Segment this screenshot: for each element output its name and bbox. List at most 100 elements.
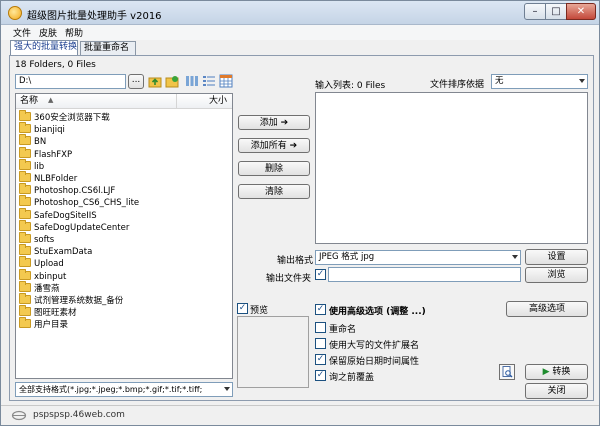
advanced-option-checkbox[interactable]: ✓ — [315, 304, 326, 315]
folder-icon — [19, 317, 31, 329]
sort-up-icon: ▲ — [48, 96, 54, 104]
close-button[interactable]: 关闭 — [525, 383, 588, 399]
folder-list-item[interactable]: 360安全浏览器下载 — [19, 110, 110, 124]
folder-list-item[interactable]: FlashFXP — [19, 146, 73, 161]
folder-name: FlashFXP — [34, 149, 73, 160]
rename-checkbox[interactable] — [315, 322, 326, 333]
input-file-list[interactable] — [315, 92, 588, 244]
new-folder-icon[interactable] — [165, 74, 179, 88]
app-window: 超级图片批量处理助手 v2016 – □ ✕ 文件 皮肤 帮助 强大的批量转换 … — [0, 0, 600, 426]
path-browse-button[interactable]: ... — [128, 74, 144, 89]
folder-name: Upload — [34, 259, 64, 270]
clear-button[interactable]: 清除 — [238, 184, 310, 199]
folder-list-item[interactable]: 试剂管理系统数据_备份 — [19, 293, 124, 307]
folder-icon — [19, 158, 31, 170]
folder-list-item[interactable]: 用户目录 — [19, 317, 69, 331]
folder-list-item[interactable]: SafeDogUpdateCenter — [19, 219, 130, 234]
menu-skin[interactable]: 皮肤 — [39, 26, 57, 39]
folder-summary: 18 Folders, 0 Files — [15, 60, 96, 70]
folder-name: StuExamData — [34, 247, 93, 258]
status-url[interactable]: pspspsp.46web.com — [33, 410, 125, 420]
maximize-button[interactable]: □ — [545, 3, 567, 20]
folder-list-item[interactable]: StuExamData — [19, 244, 93, 258]
folder-name: 用户目录 — [34, 320, 69, 331]
column-header-name[interactable]: 名称 — [20, 94, 38, 109]
folder-name: Photoshop.CS6l.LJF — [34, 186, 116, 197]
close-icon: ✕ — [576, 6, 586, 17]
folder-list-item[interactable]: SafeDogSiteIIS — [19, 207, 97, 222]
dropdown-arrow-icon — [579, 79, 585, 83]
folder-icon — [19, 219, 31, 231]
preview-output-icon[interactable] — [499, 364, 515, 380]
dropdown-arrow-icon — [224, 387, 230, 391]
advanced-options-button[interactable]: 高级选项 — [506, 301, 588, 317]
delete-button[interactable]: 删除 — [238, 161, 310, 176]
folder-name: SafeDogSiteIIS — [34, 210, 97, 221]
output-folder-label: 输出文件夹 — [266, 274, 312, 284]
overwrite-checkbox[interactable]: ✓ — [315, 370, 326, 381]
tab-batch-convert[interactable]: 强大的批量转换 — [10, 40, 78, 56]
menu-file[interactable]: 文件 — [13, 26, 31, 39]
folder-icon — [19, 280, 31, 292]
folder-icon — [19, 110, 31, 121]
preview-label: 预览 — [250, 306, 269, 316]
folder-icon — [19, 134, 31, 146]
input-list-label: 输入列表: 0 Files — [315, 81, 386, 91]
add-all-button[interactable]: 添加所有 ➔ — [238, 138, 310, 153]
advanced-option-label: 使用高级选项 (调整 ...) — [329, 307, 426, 317]
menu-bar: 文件 皮肤 帮助 — [1, 25, 599, 40]
column-header-size[interactable]: 大小 — [209, 94, 227, 109]
add-button[interactable]: 添加 ➔ — [238, 115, 310, 130]
add-button-label: 添加 — [259, 118, 278, 128]
file-filter-value: 全部支持格式(*.jpg;*.jpeg;*.bmp;*.gif;*.tif;*.… — [19, 385, 203, 394]
settings-button[interactable]: 设置 — [525, 249, 588, 265]
view-thumbnails-icon[interactable] — [185, 74, 199, 88]
folder-list-item[interactable]: Photoshop_CS6_CHS_lite — [19, 195, 140, 209]
menu-help[interactable]: 帮助 — [65, 26, 83, 39]
folder-name: SafeDogUpdateCenter — [34, 222, 130, 233]
app-logo-icon — [8, 6, 22, 20]
uppercase-ext-label: 使用大写的文件扩展名 — [329, 341, 420, 351]
path-input[interactable]: D:\ — [15, 74, 126, 89]
overwrite-label: 询之前覆盖 — [329, 373, 375, 383]
folder-icon — [19, 183, 31, 195]
folder-list-item[interactable]: NLBFolder — [19, 171, 78, 185]
rename-label: 重命名 — [329, 325, 357, 335]
folder-icon — [19, 244, 31, 256]
window-title: 超级图片批量处理助手 v2016 — [27, 11, 162, 22]
uppercase-ext-checkbox[interactable] — [315, 338, 326, 349]
browse-output-button[interactable]: 浏览 — [525, 267, 588, 283]
preview-checkbox[interactable]: ✓ — [237, 303, 248, 314]
folder-name: bianjiqi — [34, 125, 65, 136]
folder-list-item[interactable]: xbinput — [19, 268, 66, 283]
keep-date-checkbox[interactable]: ✓ — [315, 354, 326, 365]
sort-by-select[interactable]: 无 — [491, 74, 588, 89]
folder-icon — [19, 195, 31, 207]
folder-name: NLBFolder — [34, 174, 78, 184]
minimize-button[interactable]: – — [524, 3, 546, 20]
output-folder-input[interactable] — [328, 267, 521, 282]
preview-box — [237, 316, 309, 388]
view-details-icon[interactable] — [219, 74, 233, 88]
folder-list-item[interactable]: Photoshop.CS6l.LJF — [19, 183, 116, 197]
folder-icon — [19, 232, 31, 243]
folder-name: softs — [34, 235, 55, 245]
folder-icon — [19, 293, 31, 304]
output-format-select[interactable]: JPEG 格式 jpg — [315, 250, 521, 265]
folder-name: Photoshop_CS6_CHS_lite — [34, 198, 140, 209]
output-format-label: 输出格式 — [277, 256, 314, 266]
folder-up-icon[interactable] — [148, 74, 162, 88]
title-bar: 超级图片批量处理助手 v2016 – □ ✕ — [1, 1, 599, 25]
link-icon — [11, 410, 27, 421]
convert-button[interactable]: ▶ 转换 — [525, 364, 588, 380]
sort-by-value: 无 — [495, 76, 504, 86]
arrow-right-icon: ➔ — [280, 118, 289, 128]
tab-batch-rename[interactable]: 批量重命名 — [80, 41, 136, 56]
view-list-icon[interactable] — [202, 74, 216, 88]
file-filter-select[interactable]: 全部支持格式(*.jpg;*.jpeg;*.bmp;*.gif;*.tif;*.… — [15, 382, 233, 397]
folder-name: 潘雪燕 — [34, 283, 60, 294]
folder-list-item[interactable]: 图旺旺素材 — [19, 305, 77, 319]
close-window-button[interactable]: ✕ — [566, 3, 596, 20]
folder-name: 试剂管理系统数据_备份 — [34, 296, 124, 306]
output-folder-checkbox[interactable]: ✓ — [315, 269, 326, 280]
